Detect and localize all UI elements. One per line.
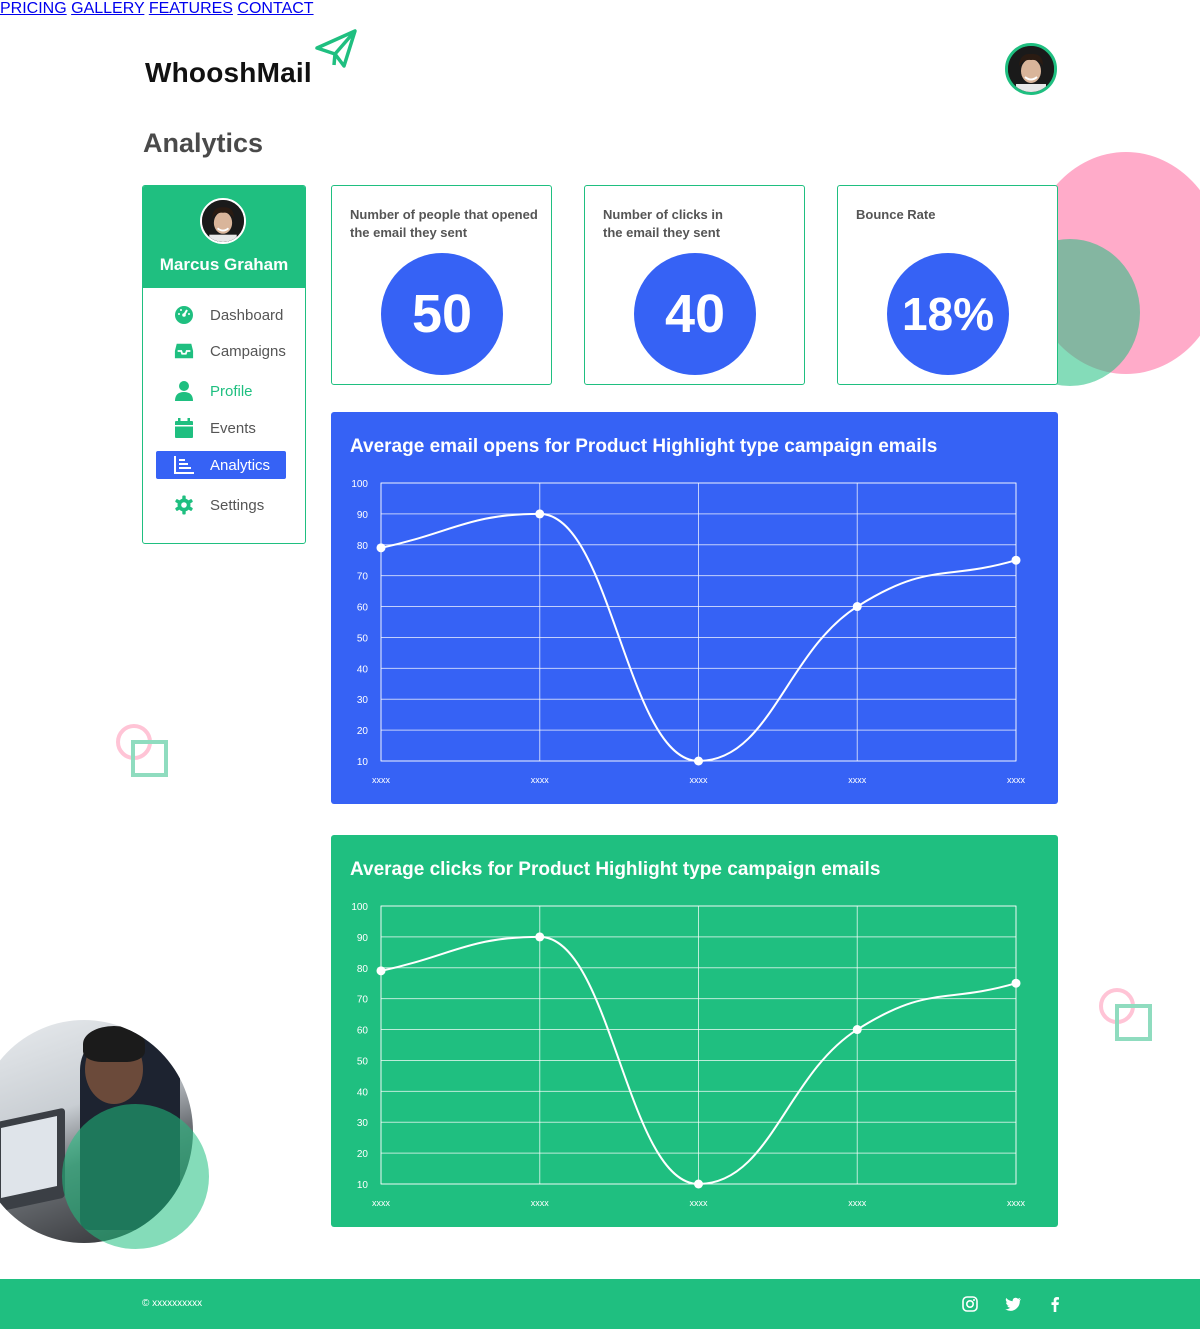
user-name: Marcus Graham: [159, 255, 289, 274]
gear-icon: [174, 495, 194, 515]
decor-green-square-left: [131, 740, 168, 777]
nav-gallery[interactable]: GALLERY: [71, 0, 144, 17]
stat-card-clicks: Number of clicks in the email they sent …: [584, 185, 805, 385]
chart-data-point: [535, 509, 545, 519]
chart-y-tick-label: 90: [357, 510, 369, 521]
chart-y-tick-label: 30: [357, 695, 369, 706]
stat-caption: Number of people that opened the email t…: [350, 207, 538, 240]
instagram-icon[interactable]: [961, 1295, 979, 1313]
chart-y-tick-label: 20: [357, 1149, 369, 1160]
sidebar-item-events[interactable]: Events: [156, 414, 286, 442]
chart-x-tick-label: xxxx: [1007, 1198, 1026, 1208]
chart-y-tick-label: 50: [357, 1056, 369, 1067]
sidebar-item-label: Profile: [210, 382, 253, 400]
stat-value: 40: [634, 253, 756, 375]
sidebar-item-label: Analytics: [210, 456, 271, 474]
sidebar-item-dashboard[interactable]: Dashboard: [156, 301, 286, 329]
nav-contact[interactable]: CONTACT: [237, 0, 313, 17]
chart-y-tick-label: 70: [357, 572, 369, 583]
sidebar-item-analytics[interactable]: Analytics: [156, 451, 286, 479]
chart-data-point: [376, 966, 386, 976]
dashboard-icon: [174, 305, 194, 325]
chart-y-tick-label: 30: [357, 1118, 369, 1129]
chart-y-tick-label: 100: [351, 479, 368, 490]
chart-x-tick-label: xxxx: [848, 1198, 867, 1208]
sidebar-item-label: Dashboard: [210, 306, 284, 324]
chart-x-tick-label: xxxx: [372, 775, 391, 785]
sidebar-item-campaigns[interactable]: Campaigns: [156, 337, 286, 365]
sidebar-item-label: Campaigns: [210, 342, 286, 360]
stat-value: 18%: [887, 253, 1009, 375]
chart-panel-opens: Average email opens for Product Highligh…: [331, 412, 1058, 804]
chart-data-point: [694, 1179, 703, 1189]
chart-y-tick-label: 20: [357, 726, 369, 737]
chart-y-tick-label: 10: [357, 1180, 369, 1191]
avatar-face-icon: [1008, 46, 1054, 92]
stat-card-opens: Number of people that opened the email t…: [331, 185, 552, 385]
stat-card-bounce-rate: Bounce Rate 18%: [837, 185, 1058, 385]
chart-y-tick-label: 60: [357, 603, 369, 614]
chart-y-tick-label: 40: [357, 1087, 369, 1098]
user-icon: [174, 381, 194, 401]
user-avatar[interactable]: [1005, 43, 1057, 95]
sidebar-item-settings[interactable]: Settings: [156, 491, 286, 519]
chart-data-point: [852, 602, 862, 612]
chart-icon: [174, 455, 194, 475]
calendar-icon: [174, 418, 194, 438]
chart-x-tick-label: xxxx: [690, 775, 709, 785]
chart-x-tick-label: xxxx: [531, 775, 550, 785]
nav-features[interactable]: FEATURES: [149, 0, 233, 17]
chart-y-tick-label: 80: [357, 964, 369, 975]
sidebar-item-profile[interactable]: Profile: [156, 377, 286, 405]
chart-clicks: 10 20 30 40 50 60 70 80 90 100 xxxx xxxx xxxx xxxx xxx…: [351, 902, 1026, 1208]
decor-green-circle: [62, 1104, 209, 1249]
stat-caption: Number of clicks in the email they sent: [603, 207, 723, 240]
chart-y-tick-label: 80: [357, 541, 369, 552]
sidebar-item-label: Events: [210, 419, 256, 437]
avatar-face-icon: [202, 200, 244, 242]
sidebar-profile-header: Marcus Graham: [143, 186, 305, 288]
page-title: Analytics: [143, 128, 264, 158]
stat-caption: Bounce Rate: [856, 207, 936, 222]
chart-x-tick-label: xxxx: [690, 1198, 709, 1208]
chart-y-tick-label: 10: [357, 757, 369, 768]
stat-value: 50: [381, 253, 503, 375]
chart-y-tick-label: 90: [357, 933, 369, 944]
chart-x-tick-label: xxxx: [1007, 775, 1026, 785]
footer-copyright: © xxxxxxxxxx: [142, 1298, 203, 1309]
twitter-icon[interactable]: [1004, 1295, 1022, 1313]
inbox-icon: [174, 341, 194, 361]
chart-opens: 10 20 30 40 50 60 70 80 90 100 xxxx xxxx xxxx xxxx xxx…: [351, 479, 1026, 785]
chart-y-tick-label: 50: [357, 633, 369, 644]
chart-data-point: [694, 756, 703, 766]
chart-data-point: [1011, 978, 1021, 988]
chart-x-tick-label: xxxx: [531, 1198, 550, 1208]
main-nav: PRICING GALLERY FEATURES CONTACT: [0, 0, 1200, 18]
footer: © xxxxxxxxxx: [0, 1279, 1200, 1329]
chart-data-point: [852, 1025, 862, 1035]
sidebar-item-label: Settings: [210, 496, 265, 514]
decor-green-square-right: [1115, 1004, 1152, 1041]
chart-y-tick-label: 60: [357, 1026, 369, 1037]
nav-pricing[interactable]: PRICING: [0, 0, 67, 17]
paper-plane-icon: [315, 29, 357, 68]
facebook-icon[interactable]: [1046, 1295, 1064, 1313]
brand-logo[interactable]: WhooshMail: [145, 57, 312, 89]
chart-data-point: [1011, 555, 1021, 565]
chart-x-tick-label: xxxx: [848, 775, 867, 785]
chart-data-point: [376, 543, 386, 553]
sidebar: Marcus Graham Dashboard Campaigns Profil…: [142, 185, 306, 544]
chart-y-tick-label: 40: [357, 664, 369, 675]
chart-y-tick-label: 100: [351, 902, 368, 913]
chart-data-point: [535, 932, 545, 942]
chart-panel-clicks: Average clicks for Product Highlight typ…: [331, 835, 1058, 1227]
chart-x-tick-label: xxxx: [372, 1198, 391, 1208]
chart-y-tick-label: 70: [357, 995, 369, 1006]
sidebar-avatar[interactable]: [200, 198, 246, 244]
